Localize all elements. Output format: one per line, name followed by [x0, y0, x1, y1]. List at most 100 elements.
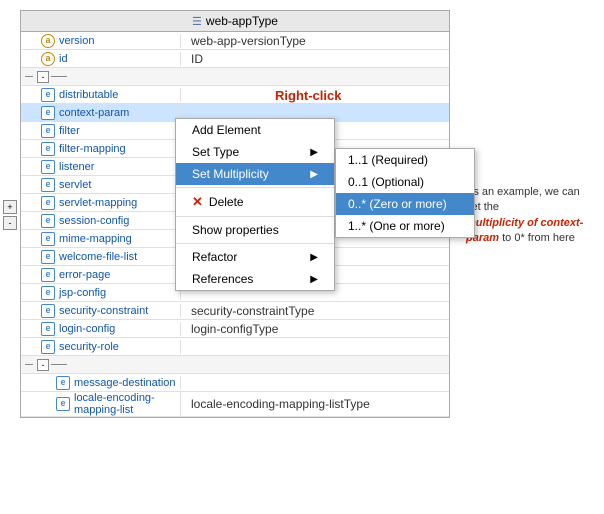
- table-row: e message-destination: [21, 374, 449, 392]
- elem-icon: e: [41, 88, 55, 102]
- row-label: mime-mapping: [59, 233, 132, 245]
- row-left: e locale-encoding-mapping-list: [21, 392, 181, 416]
- submenu-label: 0..* (Zero or more): [348, 197, 447, 211]
- section-row-2: -: [21, 356, 449, 374]
- table-row: e distributable: [21, 86, 449, 104]
- menu-label: Refactor: [192, 250, 237, 264]
- menu-label: References: [192, 272, 253, 286]
- row-left: e distributable: [21, 88, 181, 102]
- menu-item-refactor[interactable]: Refactor ▶: [176, 246, 334, 268]
- row-label: security-constraint: [59, 305, 148, 317]
- table-row: a version web-app-versionType: [21, 32, 449, 50]
- elem-icon: e: [41, 124, 55, 138]
- row-left: a version: [21, 34, 181, 48]
- submenu-arrow: ▶: [310, 274, 318, 285]
- attr-icon: a: [41, 52, 55, 66]
- row-value: ID: [181, 52, 203, 66]
- attr-icon: a: [41, 34, 55, 48]
- menu-label: Delete: [209, 195, 244, 209]
- row-label: session-config: [59, 215, 129, 227]
- menu-label: Add Element: [192, 123, 261, 137]
- elem-icon: e: [41, 178, 55, 192]
- right-click-label: Right-click: [275, 88, 341, 103]
- collapse-button-2[interactable]: -: [37, 359, 49, 371]
- elem-icon: e: [41, 106, 55, 120]
- elem-icon: e: [41, 268, 55, 282]
- row-label: welcome-file-list: [59, 251, 137, 263]
- menu-separator: [176, 243, 334, 244]
- row-left: e context-param: [21, 106, 181, 120]
- submenu-arrow: ▶: [310, 169, 318, 180]
- row-label: distributable: [59, 89, 118, 101]
- row-label: servlet-mapping: [59, 197, 137, 209]
- row-label: jsp-config: [59, 287, 106, 299]
- ctrl-button[interactable]: +: [3, 200, 17, 214]
- elem-icon: e: [41, 214, 55, 228]
- row-label: locale-encoding-mapping-list: [74, 392, 180, 416]
- submenu-item-one-or-more[interactable]: 1..* (One or more): [336, 215, 474, 237]
- menu-item-set-multiplicity[interactable]: Set Multiplicity ▶: [176, 163, 334, 185]
- menu-separator: [176, 216, 334, 217]
- submenu-label: 0..1 (Optional): [348, 175, 424, 189]
- row-left: e jsp-config: [21, 286, 181, 300]
- row-label: id: [59, 53, 68, 65]
- menu-item-references[interactable]: References ▶: [176, 268, 334, 290]
- elem-icon: e: [41, 286, 55, 300]
- row-left: e login-config: [21, 322, 181, 336]
- side-note: As an example, we can set the multiplici…: [466, 185, 596, 247]
- submenu-item-zero-or-more[interactable]: 0..* (Zero or more): [336, 193, 474, 215]
- row-label: filter-mapping: [59, 143, 126, 155]
- elem-icon: e: [41, 304, 55, 318]
- menu-label: Show properties: [192, 223, 279, 237]
- submenu-item-required[interactable]: 1..1 (Required): [336, 149, 474, 171]
- row-left: e listener: [21, 160, 181, 174]
- row-left: e security-constraint: [21, 304, 181, 318]
- row-left: e servlet-mapping: [21, 196, 181, 210]
- row-label: context-param: [59, 107, 129, 119]
- row-left: e message-destination: [21, 376, 181, 390]
- submenu-arrow: ▶: [310, 147, 318, 158]
- elem-icon: e: [56, 376, 70, 390]
- left-controls: + -: [3, 200, 17, 230]
- delete-icon: ✕: [192, 194, 203, 210]
- submenu-arrow: ▶: [310, 252, 318, 263]
- menu-item-delete[interactable]: ✕ Delete: [176, 190, 334, 214]
- menu-label: Set Type: [192, 145, 239, 159]
- section-row: -: [21, 68, 449, 86]
- row-value: web-app-versionType: [181, 34, 306, 48]
- row-left: e session-config: [21, 214, 181, 228]
- elem-icon: e: [56, 397, 70, 411]
- row-label: message-destination: [74, 377, 176, 389]
- table-row: e locale-encoding-mapping-list locale-en…: [21, 392, 449, 417]
- row-label: servlet: [59, 179, 91, 191]
- submenu-label: 1..* (One or more): [348, 219, 445, 233]
- ctrl-button-2[interactable]: -: [3, 216, 17, 230]
- row-left: e security-role: [21, 340, 181, 354]
- table-row: e login-config login-configType: [21, 320, 449, 338]
- connector: [51, 76, 67, 77]
- elem-icon: e: [41, 250, 55, 264]
- row-left: e mime-mapping: [21, 232, 181, 246]
- elem-icon: e: [41, 196, 55, 210]
- table-row: e security-constraint security-constrain…: [21, 302, 449, 320]
- submenu-multiplicity: 1..1 (Required) 0..1 (Optional) 0..* (Ze…: [335, 148, 475, 238]
- elem-icon: e: [41, 340, 55, 354]
- submenu-label: 1..1 (Required): [348, 153, 428, 167]
- menu-item-add-element[interactable]: Add Element: [176, 119, 334, 141]
- elem-icon: e: [41, 160, 55, 174]
- row-left: e error-page: [21, 268, 181, 282]
- table-row: a id ID: [21, 50, 449, 68]
- menu-item-show-properties[interactable]: Show properties: [176, 219, 334, 241]
- row-label: filter: [59, 125, 80, 137]
- menu-item-set-type[interactable]: Set Type ▶: [176, 141, 334, 163]
- submenu-item-optional[interactable]: 0..1 (Optional): [336, 171, 474, 193]
- schema-title: ☰ web-appType: [21, 11, 449, 32]
- row-left: e filter-mapping: [21, 142, 181, 156]
- table-row: e security-role: [21, 338, 449, 356]
- schema-icon: ☰: [192, 15, 202, 28]
- elem-icon: e: [41, 322, 55, 336]
- elem-icon: e: [41, 142, 55, 156]
- collapse-button[interactable]: -: [37, 71, 49, 83]
- row-label: security-role: [59, 341, 119, 353]
- connector-2: [51, 364, 67, 365]
